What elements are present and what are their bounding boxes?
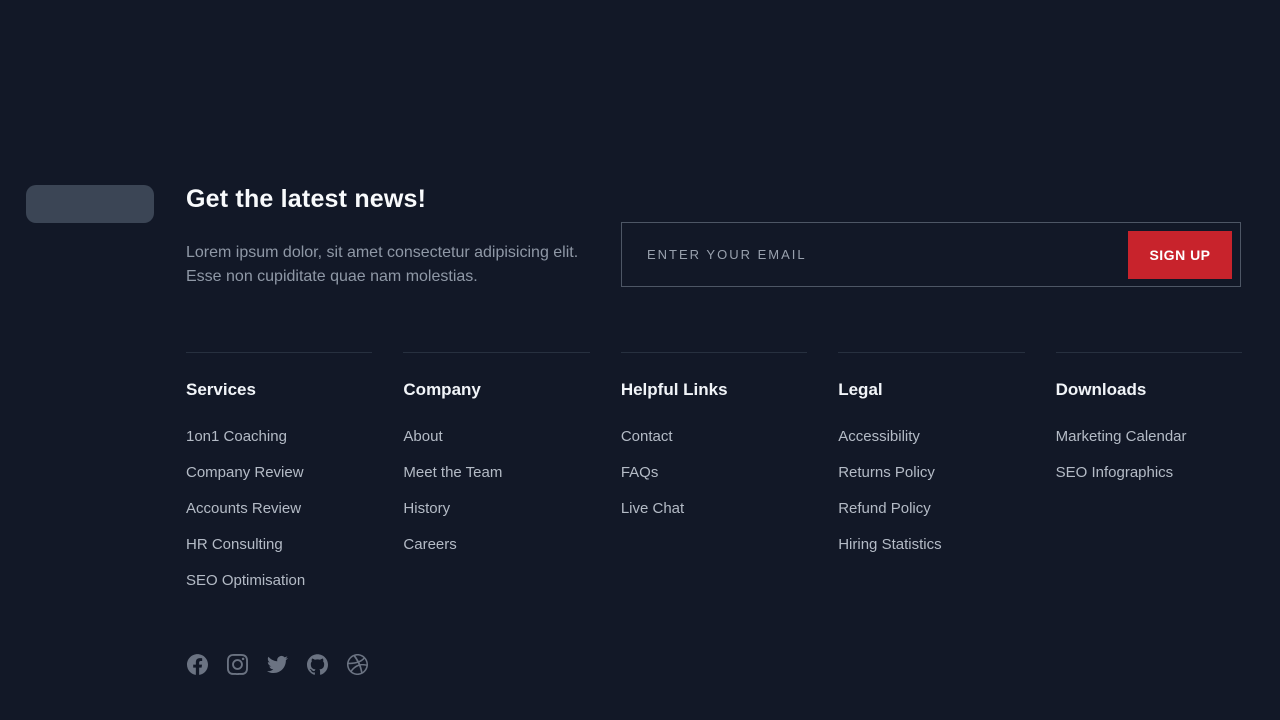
column-links: 1on1 Coaching Company Review Accounts Re… <box>186 428 372 592</box>
footer-link[interactable]: Refund Policy <box>838 500 931 517</box>
footer-link[interactable]: Careers <box>403 536 456 553</box>
footer-column-legal: Legal Accessibility Returns Policy Refun… <box>838 352 1025 608</box>
dribbble-icon[interactable] <box>347 654 368 675</box>
column-title: Legal <box>838 380 883 399</box>
footer-link[interactable]: Meet the Team <box>403 464 502 481</box>
footer-link[interactable]: 1on1 Coaching <box>186 428 287 445</box>
column-links: About Meet the Team History Careers <box>403 428 589 556</box>
footer-link[interactable]: HR Consulting <box>186 536 283 553</box>
column-title: Services <box>186 380 256 399</box>
column-title: Downloads <box>1055 380 1147 399</box>
footer-link[interactable]: About <box>403 428 442 445</box>
newsletter-form: SIGN UP <box>621 222 1241 287</box>
footer-link[interactable]: Accessibility <box>838 428 920 445</box>
column-links: Contact FAQs Live Chat <box>621 428 807 520</box>
footer-link[interactable]: Accounts Review <box>186 500 301 517</box>
footer-link[interactable]: Company Review <box>186 464 304 481</box>
newsletter-description: Lorem ipsum dolor, sit amet consectetur … <box>186 244 579 285</box>
column-links: Marketing Calendar SEO Infographics <box>1056 428 1242 484</box>
footer: Get the latest news! Lorem ipsum dolor, … <box>0 0 1280 720</box>
footer-column-services: Services 1on1 Coaching Company Review Ac… <box>186 352 373 608</box>
footer-column-company: Company About Meet the Team History Care… <box>403 352 590 608</box>
social-links <box>187 654 368 675</box>
github-icon[interactable] <box>307 654 328 675</box>
footer-link[interactable]: Marketing Calendar <box>1056 428 1187 445</box>
newsletter-heading: Get the latest news! <box>186 185 427 213</box>
instagram-icon[interactable] <box>227 654 248 675</box>
footer-link[interactable]: Live Chat <box>621 500 684 517</box>
footer-column-downloads: Downloads Marketing Calendar SEO Infogra… <box>1055 352 1243 608</box>
footer-link[interactable]: Hiring Statistics <box>838 536 941 553</box>
column-links: Accessibility Returns Policy Refund Poli… <box>838 428 1024 556</box>
column-title: Company <box>403 380 481 399</box>
email-input[interactable] <box>622 223 1128 286</box>
facebook-icon[interactable] <box>187 654 208 675</box>
footer-link[interactable]: SEO Infographics <box>1056 464 1174 481</box>
column-title: Helpful Links <box>620 380 728 399</box>
logo-placeholder <box>26 185 154 223</box>
footer-link-columns: Services 1on1 Coaching Company Review Ac… <box>186 352 1243 608</box>
footer-link[interactable]: History <box>403 500 450 517</box>
signup-button[interactable]: SIGN UP <box>1128 230 1232 279</box>
twitter-icon[interactable] <box>267 654 288 675</box>
footer-link[interactable]: Contact <box>621 428 673 445</box>
footer-column-helpful-links: Helpful Links Contact FAQs Live Chat <box>620 352 808 608</box>
footer-link[interactable]: Returns Policy <box>838 464 935 481</box>
footer-link[interactable]: SEO Optimisation <box>186 572 305 589</box>
footer-link[interactable]: FAQs <box>621 464 659 481</box>
